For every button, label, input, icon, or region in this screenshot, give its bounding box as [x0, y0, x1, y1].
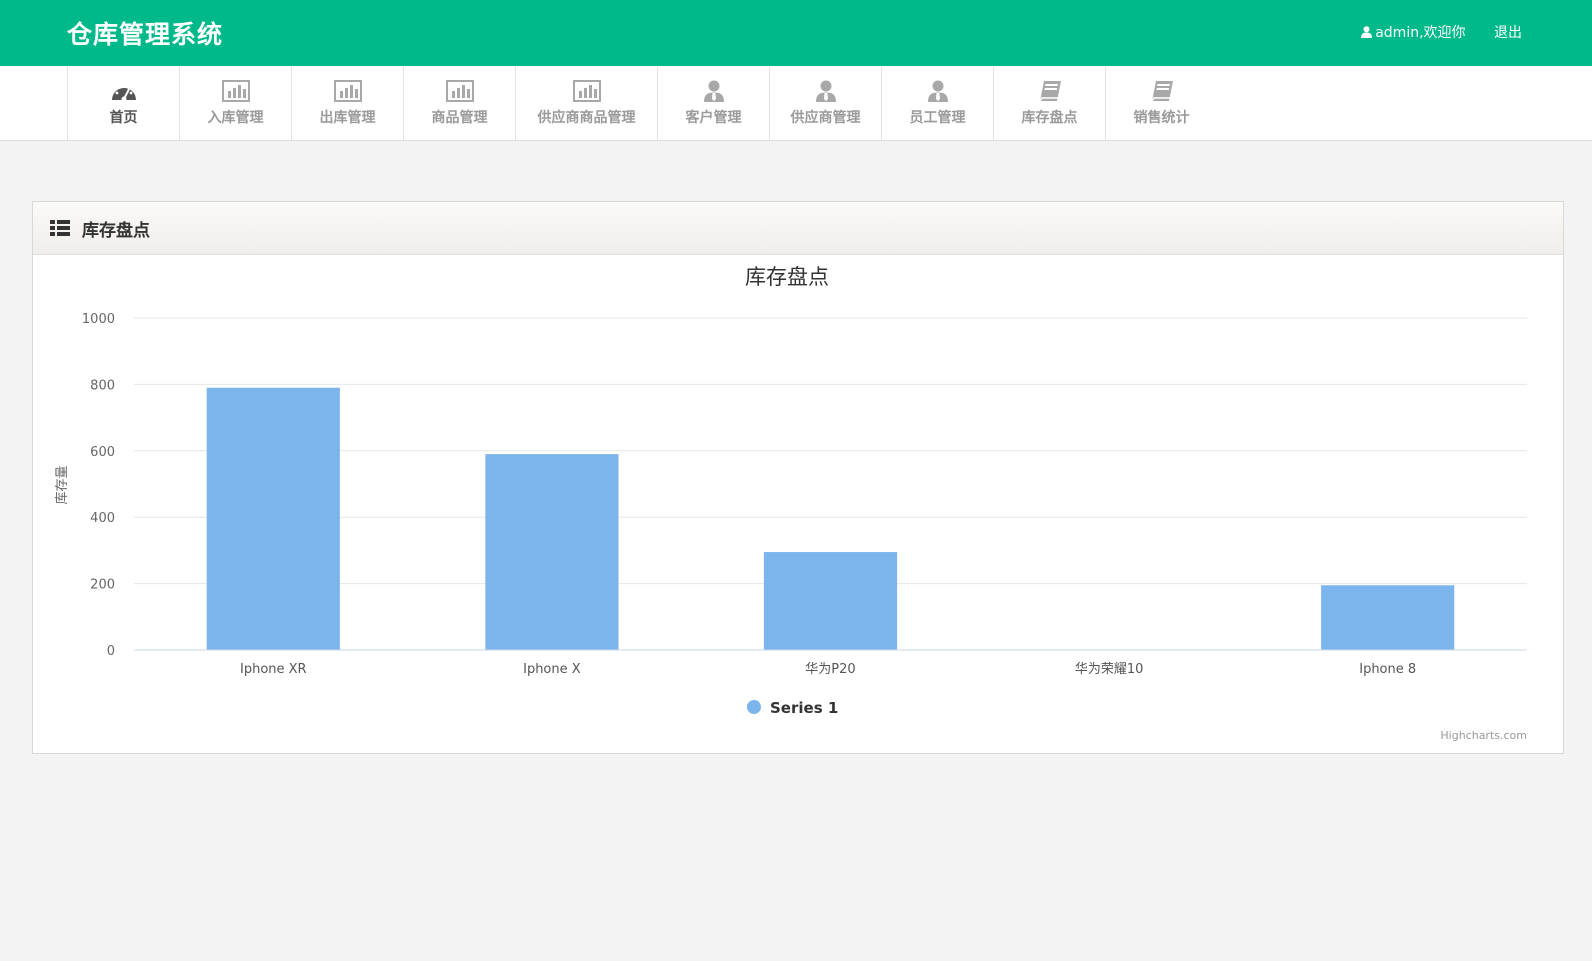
app-brand[interactable]: 仓库管理系统: [67, 15, 223, 51]
x-tick-label: Iphone 8: [1359, 662, 1416, 677]
nav-item-2[interactable]: 出库管理: [291, 66, 403, 140]
y-tick-label: 600: [90, 445, 115, 460]
y-tick-label: 1000: [82, 312, 115, 327]
book-icon: [1038, 80, 1062, 102]
nav-item-label: 供应商商品管理: [537, 110, 636, 126]
nav-items: 首页 入库管理 出库管理 商品管理 供应商商品管理 客户管理 供应商管理 员工管理 库存盘点 销售…: [67, 66, 1217, 140]
nav-item-label: 首页: [109, 110, 138, 126]
inventory-panel: 库存盘点 库存盘点 库存量 0 200 400 600 800 1000 Iphone X…: [32, 201, 1564, 754]
inventory-chart: 库存盘点 库存量 02004006008001000 Iphone XR Ipho…: [54, 265, 1527, 742]
main-nav: 首页 入库管理 出库管理 商品管理 供应商商品管理 客户管理 供应商管理 员工管理 库存盘点 销售…: [0, 66, 1592, 141]
x-tick-label: Iphone XR: [240, 662, 307, 677]
book-icon: [1150, 80, 1174, 102]
nav-item-label: 供应商管理: [790, 110, 861, 126]
nav-item-5[interactable]: 客户管理: [657, 66, 769, 140]
bar-chart-icon: [445, 80, 474, 102]
inventory-chart-area: 库存盘点 库存量 0 200 400 600 800 1000 Iphone XR Ipho…: [33, 254, 1563, 753]
chart-legend[interactable]: Series 1: [747, 699, 838, 717]
legend-marker: [747, 700, 761, 714]
bar[interactable]: [206, 387, 340, 650]
nav-item-0[interactable]: 首页: [67, 66, 179, 140]
x-tick-label: 华为荣耀10: [1075, 662, 1144, 677]
nav-item-8[interactable]: 库存盘点: [993, 66, 1105, 140]
nav-item-label: 客户管理: [685, 110, 742, 126]
y-tick-label: 200: [90, 578, 115, 593]
bar[interactable]: [485, 454, 619, 650]
x-tick-label: 华为P20: [805, 662, 855, 677]
nav-item-3[interactable]: 商品管理: [403, 66, 515, 140]
user-tie-icon: [703, 80, 725, 102]
nav-item-9[interactable]: 销售统计: [1105, 66, 1217, 140]
legend-label[interactable]: Series 1: [770, 699, 838, 717]
nav-item-label: 出库管理: [319, 110, 376, 126]
nav-item-label: 员工管理: [909, 110, 966, 126]
logout-link[interactable]: 退出: [1494, 25, 1522, 41]
user-box: admin,欢迎你 退出: [1361, 22, 1522, 42]
bar-chart-icon: [333, 80, 362, 102]
panel-header: 库存盘点: [33, 202, 1563, 255]
list-icon: [50, 220, 70, 236]
user-icon: [1361, 26, 1373, 42]
bar[interactable]: [763, 552, 898, 650]
dashboard-icon: [111, 80, 137, 102]
bar-series: [206, 387, 1455, 650]
nav-item-label: 库存盘点: [1021, 110, 1078, 126]
y-tick-label: 0: [107, 644, 115, 659]
nav-item-7[interactable]: 员工管理: [881, 66, 993, 140]
x-axis-ticks: Iphone XR Iphone X 华为P20 华为荣耀10 Iphone 8: [240, 662, 1416, 677]
bar-chart-icon: [221, 80, 250, 102]
user-tie-icon: [815, 80, 837, 102]
y-axis-label: 库存量: [54, 465, 70, 504]
user-tie-icon: [927, 80, 949, 102]
top-header: 仓库管理系统 admin,欢迎你 退出: [0, 0, 1592, 66]
chart-title: 库存盘点: [745, 265, 829, 289]
nav-item-6[interactable]: 供应商管理: [769, 66, 881, 140]
nav-item-4[interactable]: 供应商商品管理: [515, 66, 657, 140]
nav-item-label: 商品管理: [431, 110, 488, 126]
chart-credits[interactable]: Highcharts.com: [1440, 729, 1527, 742]
x-tick-label: Iphone X: [523, 662, 581, 677]
user-greeting: admin,欢迎你: [1375, 25, 1466, 41]
y-tick-label: 800: [90, 378, 115, 393]
panel-title: 库存盘点: [82, 220, 150, 241]
nav-item-1[interactable]: 入库管理: [179, 66, 291, 140]
y-tick-label: 400: [90, 511, 115, 526]
y-axis-ticks: 0 200 400 600 800 1000: [82, 312, 115, 659]
nav-item-label: 销售统计: [1133, 110, 1190, 126]
bar-chart-icon: [572, 80, 601, 102]
bar[interactable]: [1321, 585, 1455, 650]
nav-item-label: 入库管理: [207, 110, 264, 126]
